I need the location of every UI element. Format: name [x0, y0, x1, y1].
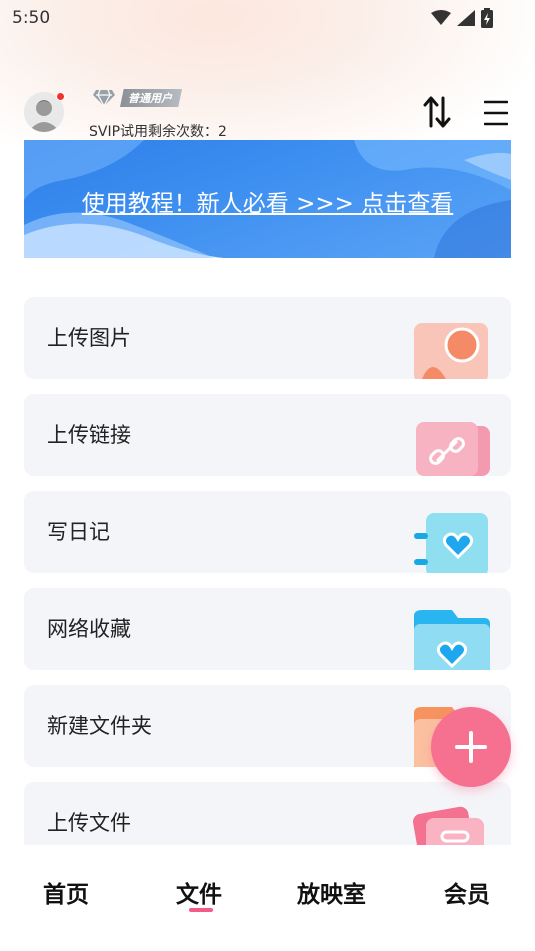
nav-item-membership[interactable]: 会员 — [444, 875, 490, 909]
battery-charging-icon — [481, 8, 493, 28]
header: 普通用户 SVIP试用剩余次数：2 — [0, 84, 535, 140]
write-diary-card[interactable]: 写日记 — [24, 491, 511, 573]
sort-arrows-icon[interactable] — [423, 96, 453, 128]
action-label: 上传图片 — [47, 326, 131, 350]
user-level-badge: 普通用户 — [92, 88, 182, 108]
status-bar: 5:50 — [0, 0, 535, 36]
banner-link-text[interactable]: 使用教程！新人必看 >>> 点击查看 — [24, 184, 511, 218]
user-level-label: 普通用户 — [120, 89, 182, 107]
action-label: 新建文件夹 — [47, 714, 152, 738]
notification-dot — [56, 92, 65, 101]
plus-icon — [455, 731, 487, 763]
diary-heart-icon — [414, 513, 488, 573]
hamburger-menu-icon[interactable] — [484, 100, 508, 126]
active-tab-indicator — [189, 908, 213, 912]
action-label: 写日记 — [47, 520, 110, 544]
svip-trials-text: SVIP试用剩余次数：2 — [89, 124, 227, 140]
tutorial-banner[interactable]: 使用教程！新人必看 >>> 点击查看 — [24, 140, 511, 258]
bottom-nav: 首页 文件 放映室 会员 — [0, 845, 535, 951]
signal-icon — [457, 10, 475, 26]
upload-image-icon — [414, 323, 488, 379]
nav-item-files[interactable]: 文件 — [176, 875, 222, 909]
add-fab-button[interactable] — [431, 707, 511, 787]
action-label: 网络收藏 — [47, 617, 131, 641]
status-time: 5:50 — [12, 8, 51, 28]
wifi-icon — [431, 10, 451, 25]
upload-image-card[interactable]: 上传图片 — [24, 297, 511, 379]
upload-link-card[interactable]: 上传链接 — [24, 394, 511, 476]
link-icon — [416, 422, 490, 476]
diamond-icon — [93, 89, 115, 107]
nav-item-home[interactable]: 首页 — [43, 875, 89, 909]
nav-item-screening-room[interactable]: 放映室 — [297, 875, 366, 909]
action-label: 上传链接 — [47, 423, 131, 447]
status-icons — [431, 8, 493, 28]
network-favorites-card[interactable]: 网络收藏 — [24, 588, 511, 670]
favorite-folder-icon — [414, 610, 490, 670]
